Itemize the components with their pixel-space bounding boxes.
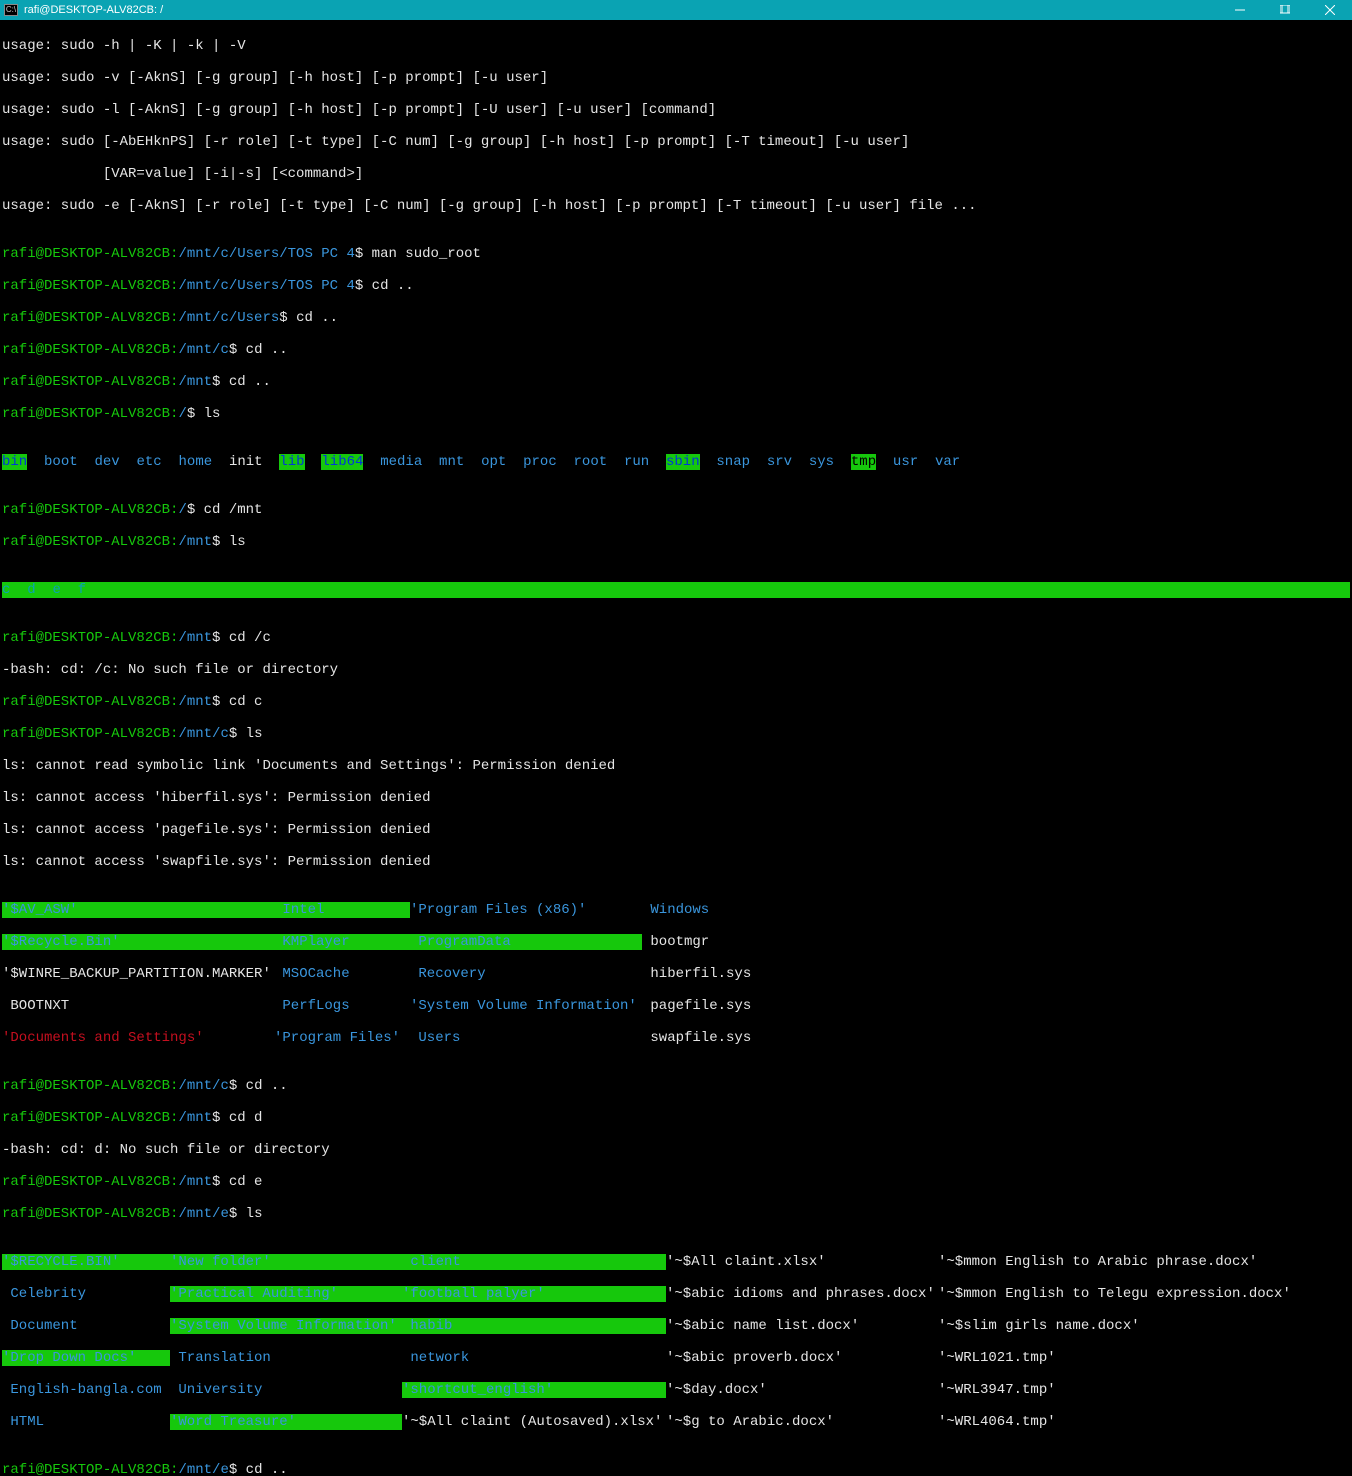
prompt-line: rafi@DESKTOP-ALV82CB:/mnt/c/Users$ cd .. xyxy=(2,310,1350,326)
app-icon: C:\ xyxy=(4,4,18,16)
maximize-button[interactable] xyxy=(1262,0,1307,20)
usage-line: usage: sudo [-AbEHknPS] [-r role] [-t ty… xyxy=(2,134,1350,150)
prompt-line: rafi@DESKTOP-ALV82CB:/mnt/c$ cd .. xyxy=(2,1078,1350,1094)
prompt-line: rafi@DESKTOP-ALV82CB:/mnt/e$ cd .. xyxy=(2,1462,1350,1476)
error-line: ls: cannot access 'swapfile.sys': Permis… xyxy=(2,854,1350,870)
error-line: ls: cannot access 'pagefile.sys': Permis… xyxy=(2,822,1350,838)
window-title: rafi@DESKTOP-ALV82CB: / xyxy=(24,2,163,18)
usage-line: usage: sudo -l [-AknS] [-g group] [-h ho… xyxy=(2,102,1350,118)
error-line: -bash: cd: d: No such file or directory xyxy=(2,1142,1350,1158)
e-ls-row: 'Drop Down Docs' Translation network'~$a… xyxy=(2,1350,1350,1366)
error-line: -bash: cd: /c: No such file or directory xyxy=(2,662,1350,678)
prompt-line: rafi@DESKTOP-ALV82CB:/mnt/c$ cd .. xyxy=(2,342,1350,358)
prompt-line: rafi@DESKTOP-ALV82CB:/mnt/e$ ls xyxy=(2,1206,1350,1222)
prompt-line: rafi@DESKTOP-ALV82CB:/$ ls xyxy=(2,406,1350,422)
e-ls-row: '$RECYCLE.BIN''New folder' client'~$All … xyxy=(2,1254,1350,1270)
e-ls-row: HTML'Word Treasure''~$All claint (Autosa… xyxy=(2,1414,1350,1430)
c-ls-row: 'Documents and Settings''Program Files' … xyxy=(2,1030,1350,1046)
c-ls-row: '$AV_ASW' Intel'Program Files (x86)' Win… xyxy=(2,902,1350,918)
error-line: ls: cannot read symbolic link 'Documents… xyxy=(2,758,1350,774)
c-ls-row: BOOTNXT PerfLogs'System Volume Informati… xyxy=(2,998,1350,1014)
prompt-line: rafi@DESKTOP-ALV82CB:/mnt$ cd /c xyxy=(2,630,1350,646)
maximize-icon xyxy=(1280,5,1290,15)
usage-line: [VAR=value] [-i|-s] [<command>] xyxy=(2,166,1350,182)
prompt-line: rafi@DESKTOP-ALV82CB:/mnt/c/Users/TOS PC… xyxy=(2,278,1350,294)
minimize-button[interactable] xyxy=(1217,0,1262,20)
e-ls-row: Celebrity'Practical Auditing''football p… xyxy=(2,1286,1350,1302)
prompt-line: rafi@DESKTOP-ALV82CB:/mnt/c/Users/TOS PC… xyxy=(2,246,1350,262)
root-ls-output: bin boot dev etc home init lib lib64 med… xyxy=(2,454,1350,470)
terminal[interactable]: usage: sudo -h | -K | -k | -V usage: sud… xyxy=(0,20,1352,1476)
c-ls-row: '$WINRE_BACKUP_PARTITION.MARKER' MSOCach… xyxy=(2,966,1350,982)
mnt-ls-output: c d e f xyxy=(2,582,1350,598)
close-button[interactable] xyxy=(1307,0,1352,20)
c-ls-row: '$Recycle.Bin' KMPlayer ProgramData boot… xyxy=(2,934,1350,950)
e-ls-row: English-bangla.com University'shortcut_e… xyxy=(2,1382,1350,1398)
e-ls-row: Document'System Volume Information' habi… xyxy=(2,1318,1350,1334)
prompt-line: rafi@DESKTOP-ALV82CB:/mnt$ ls xyxy=(2,534,1350,550)
prompt-line: rafi@DESKTOP-ALV82CB:/mnt$ cd c xyxy=(2,694,1350,710)
usage-line: usage: sudo -e [-AknS] [-r role] [-t typ… xyxy=(2,198,1350,214)
error-line: ls: cannot access 'hiberfil.sys': Permis… xyxy=(2,790,1350,806)
prompt-line: rafi@DESKTOP-ALV82CB:/mnt$ cd e xyxy=(2,1174,1350,1190)
usage-line: usage: sudo -v [-AknS] [-g group] [-h ho… xyxy=(2,70,1350,86)
prompt-line: rafi@DESKTOP-ALV82CB:/mnt$ cd d xyxy=(2,1110,1350,1126)
close-icon xyxy=(1325,5,1335,15)
prompt-line: rafi@DESKTOP-ALV82CB:/mnt/c$ ls xyxy=(2,726,1350,742)
window-title-bar: C:\ rafi@DESKTOP-ALV82CB: / xyxy=(0,0,1352,20)
usage-line: usage: sudo -h | -K | -k | -V xyxy=(2,38,1350,54)
minimize-icon xyxy=(1235,5,1245,15)
prompt-line: rafi@DESKTOP-ALV82CB:/mnt$ cd .. xyxy=(2,374,1350,390)
prompt-line: rafi@DESKTOP-ALV82CB:/$ cd /mnt xyxy=(2,502,1350,518)
